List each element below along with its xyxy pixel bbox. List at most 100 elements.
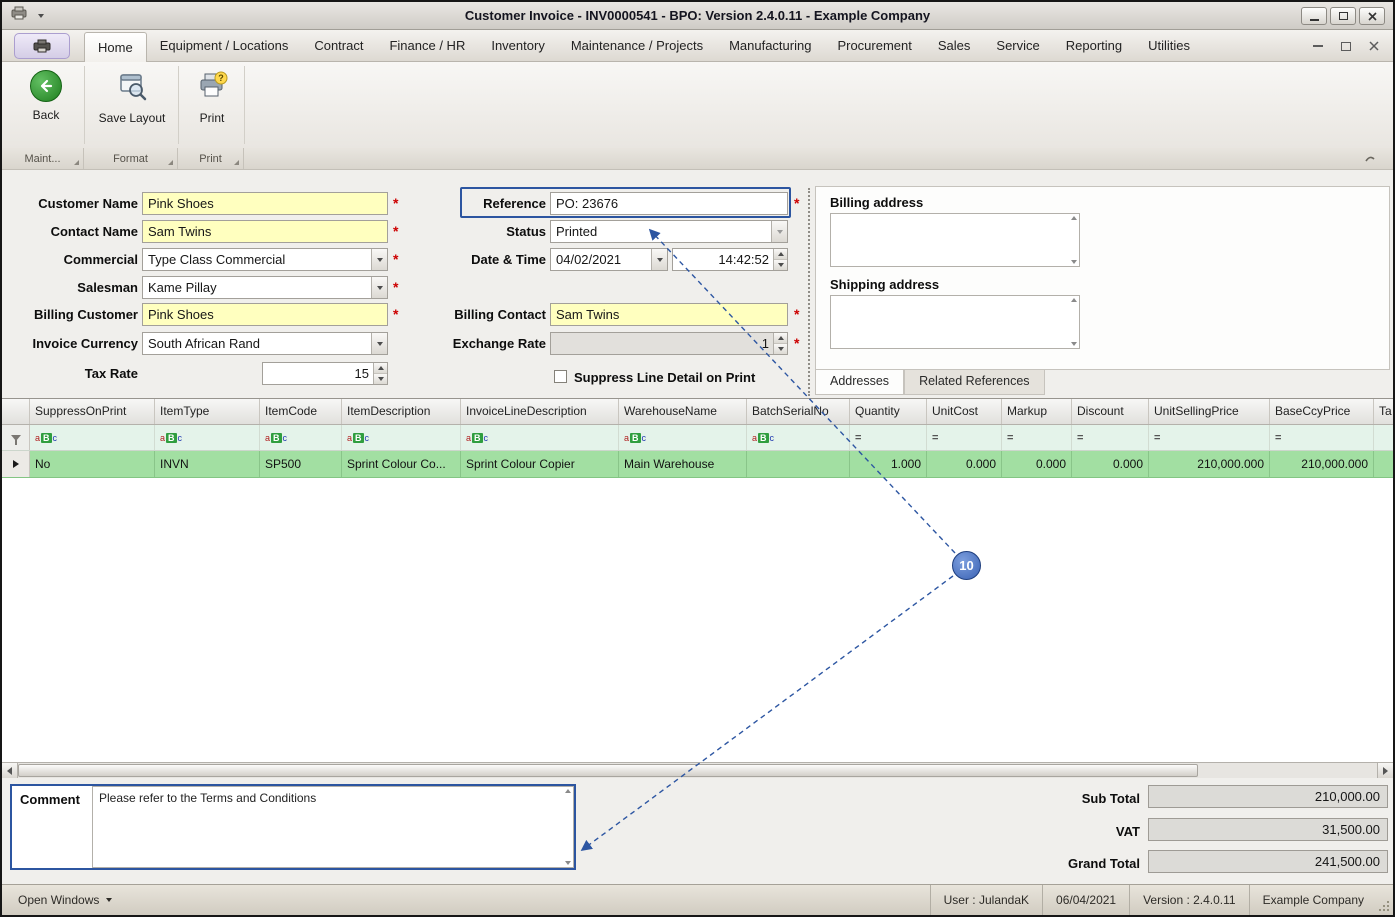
- text-filter-icon[interactable]: aBc: [466, 432, 488, 443]
- scroll-down-icon[interactable]: [1071, 260, 1077, 264]
- salesman-dropdown[interactable]: Kame Pillay: [142, 276, 388, 299]
- cell-unitcost[interactable]: 0.000: [927, 451, 1002, 477]
- column-header[interactable]: Markup: [1002, 399, 1072, 424]
- tab-maintenance-projects[interactable]: Maintenance / Projects: [558, 30, 716, 62]
- column-header[interactable]: ItemCode: [260, 399, 342, 424]
- commercial-dropdown[interactable]: Type Class Commercial: [142, 248, 388, 271]
- chevron-down-icon[interactable]: [371, 277, 387, 298]
- tab-utilities[interactable]: Utilities: [1135, 30, 1203, 62]
- scroll-left-icon[interactable]: [2, 763, 18, 778]
- text-filter-icon[interactable]: aBc: [347, 432, 369, 443]
- cell-discount[interactable]: 0.000: [1072, 451, 1149, 477]
- column-header[interactable]: Quantity: [850, 399, 927, 424]
- billing-customer-input[interactable]: Pink Shoes: [142, 303, 388, 326]
- text-filter-icon[interactable]: aBc: [160, 432, 182, 443]
- form-splitter[interactable]: [808, 188, 810, 396]
- column-header[interactable]: SuppressOnPrint: [30, 399, 155, 424]
- scroll-right-icon[interactable]: [1377, 763, 1393, 778]
- tab-sales[interactable]: Sales: [925, 30, 984, 62]
- tab-manufacturing[interactable]: Manufacturing: [716, 30, 824, 62]
- equals-filter-icon[interactable]: =: [1275, 432, 1281, 444]
- cell-tax[interactable]: [1374, 451, 1393, 477]
- cell-batchserialno[interactable]: [747, 451, 850, 477]
- cell-itemdescription[interactable]: Sprint Colour Co...: [342, 451, 461, 477]
- tab-inventory[interactable]: Inventory: [478, 30, 557, 62]
- scroll-up-icon[interactable]: [1071, 298, 1077, 302]
- filter-cell[interactable]: =: [927, 425, 1002, 450]
- chevron-down-icon[interactable]: [651, 249, 667, 270]
- tab-contract[interactable]: Contract: [301, 30, 376, 62]
- spinner-buttons[interactable]: [773, 333, 787, 354]
- mdi-minimize-icon[interactable]: [1313, 45, 1323, 47]
- column-header[interactable]: UnitCost: [927, 399, 1002, 424]
- column-header[interactable]: Discount: [1072, 399, 1149, 424]
- date-input[interactable]: 04/02/2021: [550, 248, 668, 271]
- minimize-button[interactable]: [1301, 7, 1327, 25]
- column-header[interactable]: WarehouseName: [619, 399, 747, 424]
- filter-cell[interactable]: aBc: [619, 425, 747, 450]
- text-filter-icon[interactable]: aBc: [265, 432, 287, 443]
- scroll-down-icon[interactable]: [1071, 342, 1077, 346]
- cell-markup[interactable]: 0.000: [1002, 451, 1072, 477]
- cell-suppressonprint[interactable]: No: [30, 451, 155, 477]
- cell-itemtype[interactable]: INVN: [155, 451, 260, 477]
- tab-home[interactable]: Home: [84, 32, 147, 62]
- cell-warehousename[interactable]: Main Warehouse: [619, 451, 747, 477]
- scroll-up-icon[interactable]: [1071, 216, 1077, 220]
- tab-procurement[interactable]: Procurement: [824, 30, 924, 62]
- invoice-currency-dropdown[interactable]: South African Rand: [142, 332, 388, 355]
- shipping-address-input[interactable]: [830, 295, 1080, 349]
- text-filter-icon[interactable]: aBc: [752, 432, 774, 443]
- column-header[interactable]: BaseCcyPrice: [1270, 399, 1374, 424]
- filter-cell[interactable]: aBc: [155, 425, 260, 450]
- filter-cell[interactable]: aBc: [30, 425, 155, 450]
- tab-finance-hr[interactable]: Finance / HR: [376, 30, 478, 62]
- column-header[interactable]: UnitSellingPrice: [1149, 399, 1270, 424]
- mdi-close-icon[interactable]: [1369, 41, 1379, 51]
- tab-equipment-locations[interactable]: Equipment / Locations: [147, 30, 302, 62]
- tab-reporting[interactable]: Reporting: [1053, 30, 1135, 62]
- text-filter-icon[interactable]: aBc: [35, 432, 57, 443]
- filter-cell[interactable]: =: [1149, 425, 1270, 450]
- filter-cell[interactable]: =: [1072, 425, 1149, 450]
- group-print-launcher-icon[interactable]: [234, 160, 239, 165]
- spinner-buttons[interactable]: [773, 249, 787, 270]
- filter-cell[interactable]: aBc: [461, 425, 619, 450]
- open-windows-button[interactable]: Open Windows: [12, 890, 118, 910]
- cell-quantity[interactable]: 1.000: [850, 451, 927, 477]
- filter-cell[interactable]: aBc: [747, 425, 850, 450]
- maximize-button[interactable]: [1330, 7, 1356, 25]
- tax-rate-input[interactable]: 15: [262, 362, 388, 385]
- exchange-rate-input[interactable]: 1: [550, 332, 788, 355]
- equals-filter-icon[interactable]: =: [1154, 432, 1160, 444]
- billing-contact-input[interactable]: Sam Twins: [550, 303, 788, 326]
- time-input[interactable]: 14:42:52: [672, 248, 788, 271]
- scroll-up-icon[interactable]: [565, 789, 571, 793]
- print-button[interactable]: ? Print: [186, 70, 238, 125]
- tab-related-references[interactable]: Related References: [904, 370, 1045, 395]
- horizontal-scrollbar[interactable]: [2, 762, 1393, 778]
- column-header[interactable]: ItemType: [155, 399, 260, 424]
- back-button[interactable]: Back: [18, 70, 74, 122]
- close-button[interactable]: [1359, 7, 1385, 25]
- filter-cell[interactable]: =: [850, 425, 927, 450]
- tab-addresses[interactable]: Addresses: [815, 370, 905, 395]
- application-button[interactable]: [14, 33, 70, 59]
- filter-cell[interactable]: aBc: [260, 425, 342, 450]
- column-header[interactable]: BatchSerialNo: [747, 399, 850, 424]
- filter-cell[interactable]: =: [1270, 425, 1374, 450]
- chevron-down-icon[interactable]: [371, 333, 387, 354]
- table-row[interactable]: No INVN SP500 Sprint Colour Co... Sprint…: [2, 451, 1393, 478]
- text-filter-icon[interactable]: aBc: [624, 432, 646, 443]
- chevron-down-icon[interactable]: [371, 249, 387, 270]
- resize-grip[interactable]: [1377, 885, 1393, 915]
- customer-name-input[interactable]: Pink Shoes: [142, 192, 388, 215]
- column-header[interactable]: Ta: [1374, 399, 1393, 424]
- filter-cell[interactable]: aBc: [342, 425, 461, 450]
- suppress-line-detail-checkbox[interactable]: [554, 370, 567, 383]
- filter-cell[interactable]: [1374, 425, 1393, 450]
- group-format-launcher-icon[interactable]: [168, 160, 173, 165]
- mdi-restore-icon[interactable]: [1341, 41, 1351, 51]
- cell-unitsellingprice[interactable]: 210,000.000: [1149, 451, 1270, 477]
- cell-invoicelinedescription[interactable]: Sprint Colour Copier: [461, 451, 619, 477]
